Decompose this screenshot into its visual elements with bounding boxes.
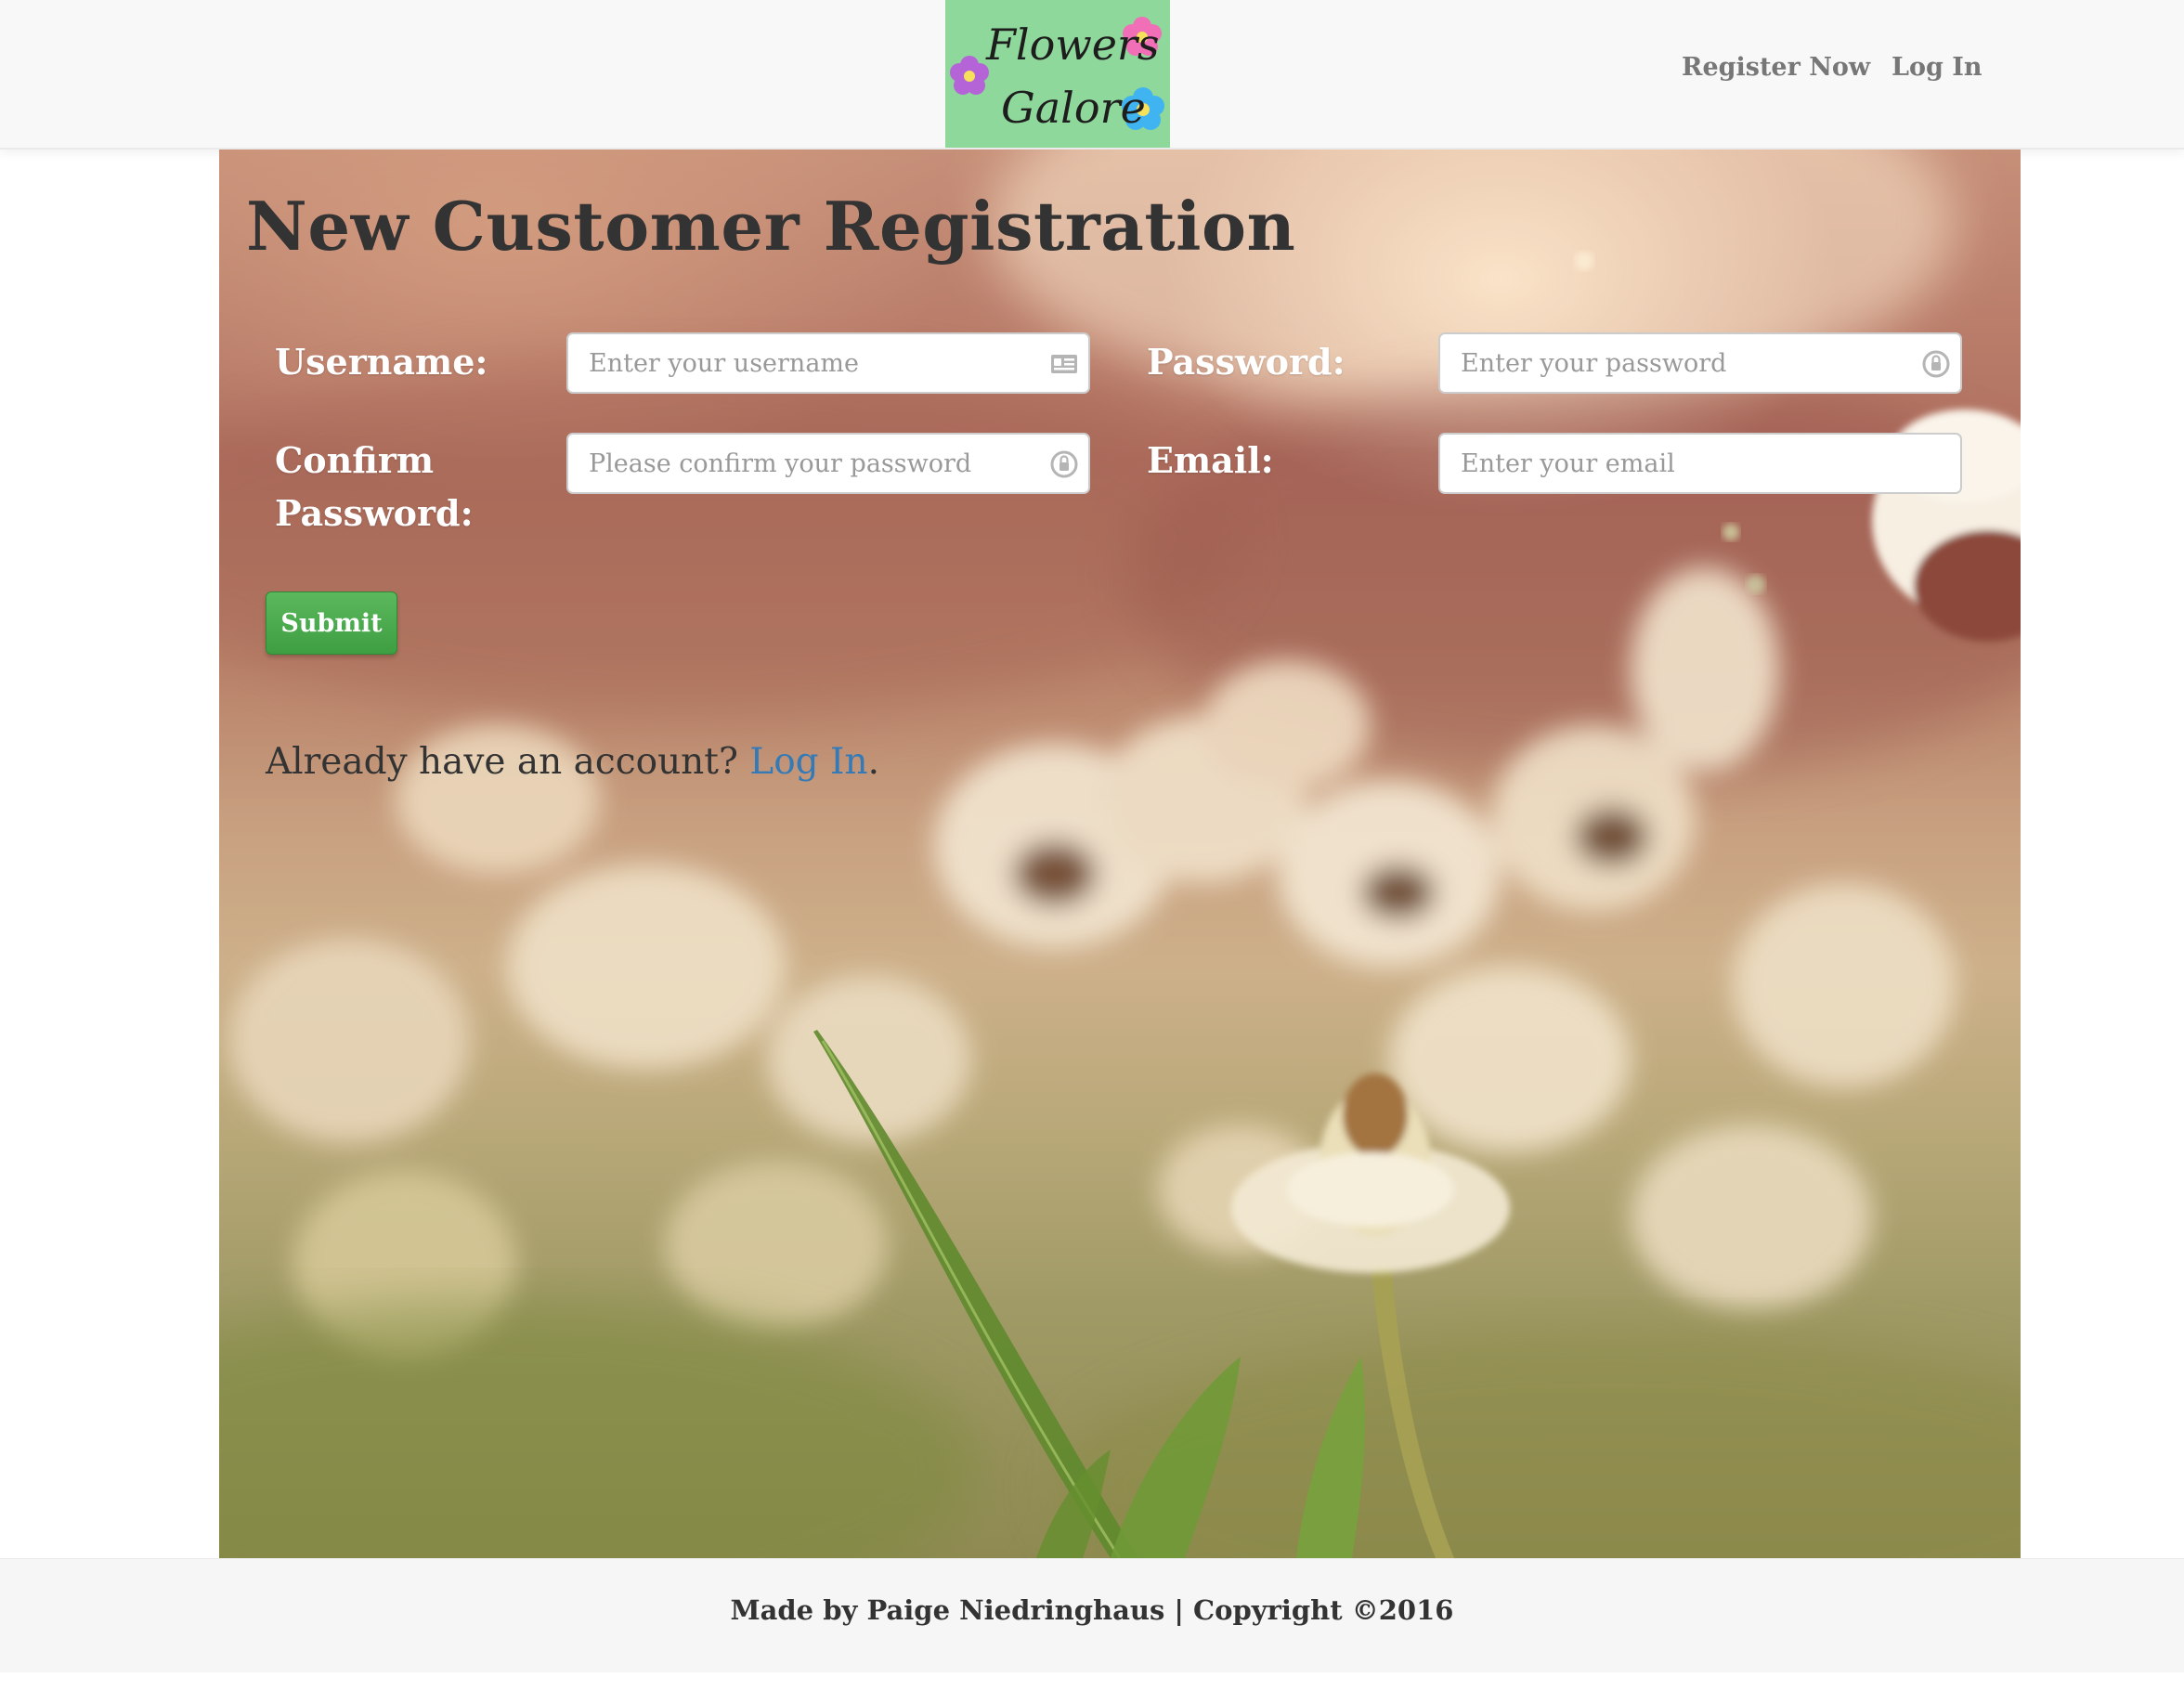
- key-lock-icon: [1922, 350, 1950, 378]
- username-input[interactable]: [568, 334, 1088, 392]
- email-field-wrapper: [1438, 433, 1962, 494]
- email-label: Email:: [1147, 439, 1274, 481]
- purple-flower-icon: [950, 56, 989, 95]
- id-card-icon: [1051, 355, 1077, 373]
- password-label: Password:: [1147, 341, 1346, 383]
- registration-hero: New Customer Registration Username: Conf…: [219, 150, 2021, 1558]
- footer: Made by Paige Niedringhaus | Copyright ©…: [0, 1558, 2184, 1672]
- flowers-galore-logo[interactable]: Flowers Galore: [945, 0, 1170, 148]
- nav-log-in-link[interactable]: Log In: [1892, 53, 1982, 82]
- confirm-password-input[interactable]: [568, 435, 1088, 492]
- account-prompt-text: Already have an account?: [266, 741, 750, 783]
- footer-copyright-text: Made by Paige Niedringhaus | Copyright ©…: [730, 1594, 1454, 1626]
- password-input[interactable]: [1440, 334, 1960, 392]
- page-title: New Customer Registration: [246, 187, 1296, 266]
- confirm-password-label-line1: Confirm: [275, 439, 435, 481]
- password-field-wrapper: [1438, 332, 1962, 394]
- confirm-password-field-wrapper: [566, 433, 1090, 494]
- logo-text-line1: Flowers: [985, 20, 1160, 70]
- account-prompt-suffix: .: [867, 741, 879, 783]
- key-lock-icon: [1050, 450, 1078, 478]
- logo-text-line2: Galore: [1001, 83, 1146, 133]
- confirm-password-label-line2: Password:: [275, 492, 474, 534]
- username-field-wrapper: [566, 332, 1090, 394]
- submit-button[interactable]: Submit: [266, 592, 397, 655]
- logo-image: Flowers Galore: [950, 17, 1164, 133]
- account-prompt-log-in-link[interactable]: Log In: [749, 741, 867, 783]
- already-have-account-prompt: Already have an account? Log In.: [266, 741, 879, 783]
- nav-register-now-link[interactable]: Register Now: [1682, 53, 1870, 82]
- email-input[interactable]: [1440, 435, 1960, 492]
- confirm-password-label: Confirm Password:: [275, 434, 498, 540]
- username-label: Username:: [275, 341, 488, 383]
- navbar: Flowers Galore Register Now Log In: [0, 0, 2184, 150]
